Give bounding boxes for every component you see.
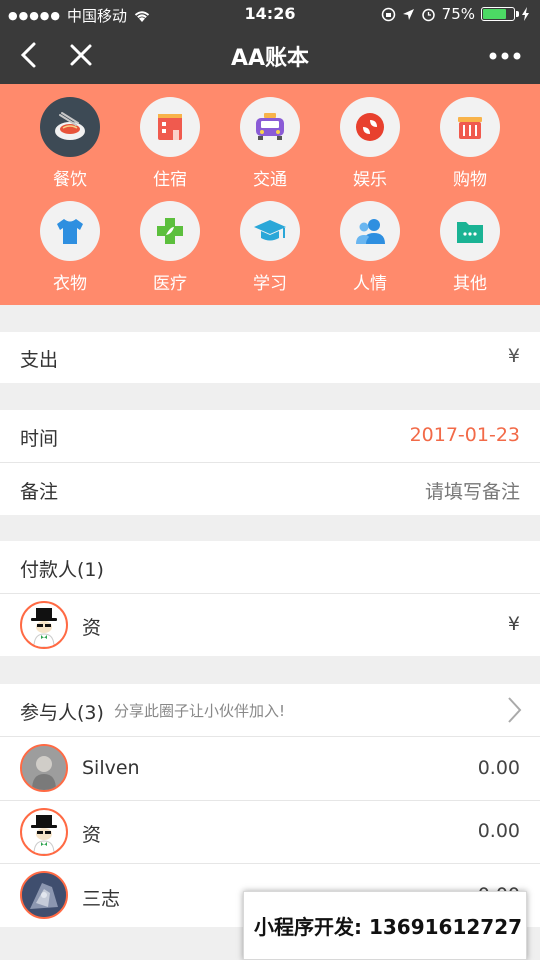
people-icon <box>356 219 385 244</box>
category-label: 餐饮 <box>53 170 87 190</box>
category-relations[interactable]: 人情 <box>320 201 420 294</box>
category-grid: 餐饮 住宿 交通 娱乐 购物 衣物 医疗 学习 人情 其他 <box>0 84 540 305</box>
charging-icon <box>522 7 529 21</box>
category-label: 住宿 <box>153 170 187 190</box>
category-other[interactable]: 其他 <box>420 201 520 294</box>
participant-row[interactable]: Silven 0.00 <box>0 737 540 800</box>
shirt-icon <box>57 219 83 244</box>
location-icon <box>402 8 414 20</box>
page-title: AA账本 <box>230 46 310 71</box>
medical-cross-icon <box>157 218 183 244</box>
category-medical[interactable]: 医疗 <box>120 201 220 294</box>
payers-title: 付款人(1) <box>20 559 104 581</box>
category-clothing[interactable]: 衣物 <box>20 201 120 294</box>
currency-symbol: ¥ <box>507 345 520 367</box>
photo-avatar-icon <box>22 746 66 790</box>
participant-amount[interactable]: 0.00 <box>478 820 520 842</box>
participants-header[interactable]: 参与人(3) 分享此圈子让小伙伴加入! <box>0 684 540 736</box>
category-label: 学习 <box>253 274 287 294</box>
note-input[interactable]: 请填写备注 <box>425 477 520 504</box>
avatar <box>20 744 68 792</box>
avatar <box>20 871 68 919</box>
date-label: 时间 <box>20 428 59 450</box>
shopping-basket-icon <box>458 117 482 139</box>
avatar <box>20 601 68 649</box>
category-shopping[interactable]: 购物 <box>420 97 520 190</box>
category-food[interactable]: 餐饮 <box>20 97 120 190</box>
avatar <box>20 808 68 856</box>
note-label: 备注 <box>20 481 59 503</box>
entertainment-icon <box>356 113 384 141</box>
food-icon <box>55 112 85 140</box>
category-label: 交通 <box>253 170 287 190</box>
share-hint: 分享此圈子让小伙伴加入! <box>114 702 286 720</box>
taxi-icon <box>256 113 284 140</box>
expense-row[interactable]: 支出 ¥ <box>0 332 540 383</box>
date-value[interactable]: 2017-01-23 <box>410 424 520 446</box>
cartoon-avatar-icon <box>31 608 57 647</box>
category-label: 其他 <box>453 274 487 294</box>
nav-bar: AA账本 <box>0 28 540 84</box>
status-bar: ●●●●● 中国移动 14:26 75% <box>0 0 540 28</box>
category-hotel[interactable]: 住宿 <box>120 97 220 190</box>
payer-row[interactable]: 资 ¥ <box>0 594 540 656</box>
note-row[interactable]: 备注 请填写备注 <box>0 463 540 515</box>
participant-row[interactable]: 资 0.00 <box>0 801 540 863</box>
participant-name: Silven <box>82 757 140 779</box>
graduation-cap-icon <box>254 220 286 241</box>
robot-avatar-icon <box>22 873 66 917</box>
battery-percent: 75% <box>441 5 475 23</box>
category-label: 人情 <box>353 274 387 294</box>
orientation-lock-icon <box>381 7 395 21</box>
contact-overlay: 小程序开发: 13691612727 <box>243 891 527 960</box>
alarm-icon <box>421 8 435 21</box>
more-icon <box>489 52 521 60</box>
category-label: 购物 <box>453 170 487 190</box>
participant-amount[interactable]: 0.00 <box>478 757 520 779</box>
battery-icon <box>481 7 519 21</box>
participants-title: 参与人(3) <box>20 702 104 724</box>
payer-amount[interactable]: ¥ <box>508 613 520 635</box>
expense-label: 支出 <box>20 349 59 371</box>
category-entertainment[interactable]: 娱乐 <box>320 97 420 190</box>
folder-icon <box>457 222 483 243</box>
hotel-icon <box>158 114 182 140</box>
cartoon-avatar-icon <box>31 815 57 854</box>
category-study[interactable]: 学习 <box>220 201 320 294</box>
date-row[interactable]: 时间 2017-01-23 <box>0 410 540 462</box>
more-button[interactable] <box>488 42 522 70</box>
payers-header: 付款人(1) <box>0 541 540 593</box>
payer-name: 资 <box>82 617 102 639</box>
category-label: 医疗 <box>153 274 187 294</box>
category-label: 娱乐 <box>353 170 387 190</box>
participant-name: 资 <box>82 824 102 846</box>
participant-name: 三志 <box>82 888 121 910</box>
category-label: 衣物 <box>53 274 87 294</box>
chevron-right-icon <box>508 697 522 723</box>
category-transport[interactable]: 交通 <box>220 97 320 190</box>
